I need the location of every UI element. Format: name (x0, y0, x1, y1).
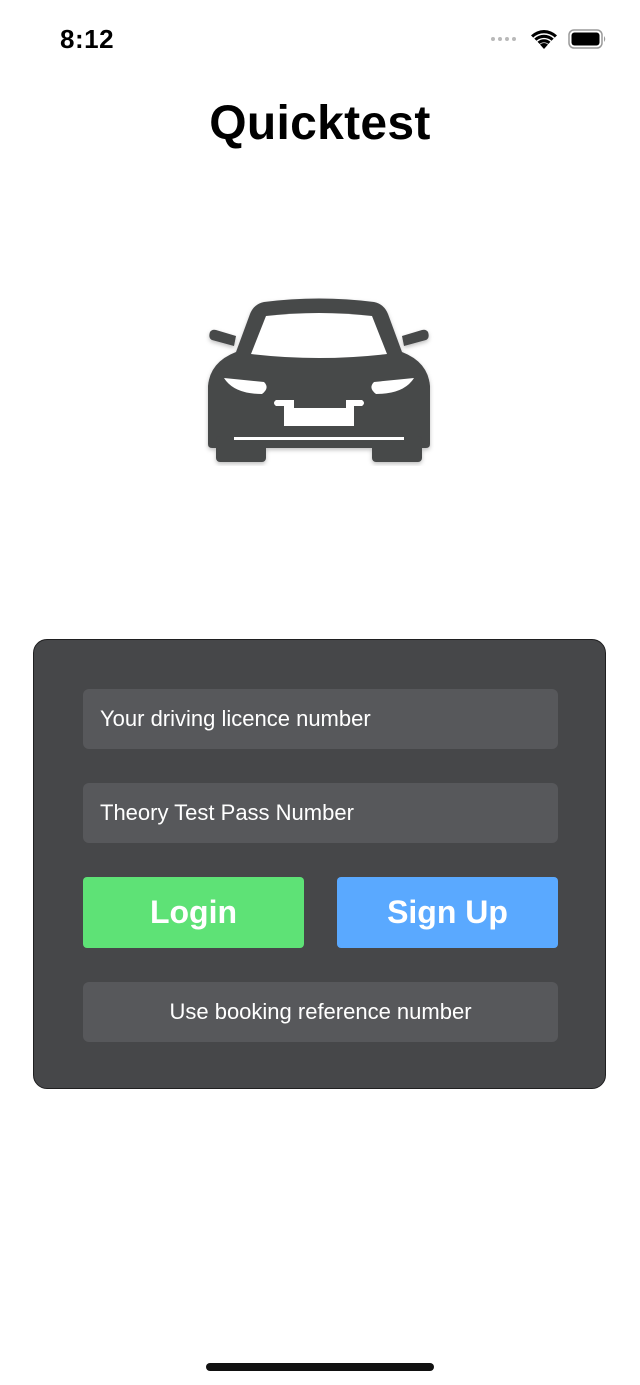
car-front-icon (208, 298, 430, 462)
app-title: Quicktest (209, 97, 431, 150)
status-bar: 8:12 (0, 0, 640, 80)
driving-licence-input[interactable] (83, 689, 558, 749)
status-icons (491, 28, 608, 50)
status-time: 8:12 (60, 24, 115, 54)
theory-test-pass-input[interactable] (83, 783, 558, 843)
use-booking-reference-button[interactable]: Use booking reference number (83, 982, 558, 1042)
login-card: Login Sign Up Use booking reference numb… (33, 639, 606, 1089)
home-indicator[interactable] (206, 1363, 434, 1371)
wifi-icon (531, 30, 557, 49)
battery-icon (568, 29, 606, 49)
login-button[interactable]: Login (83, 877, 304, 948)
sign-up-button[interactable]: Sign Up (337, 877, 558, 948)
cellular-signal-icon (491, 37, 516, 41)
